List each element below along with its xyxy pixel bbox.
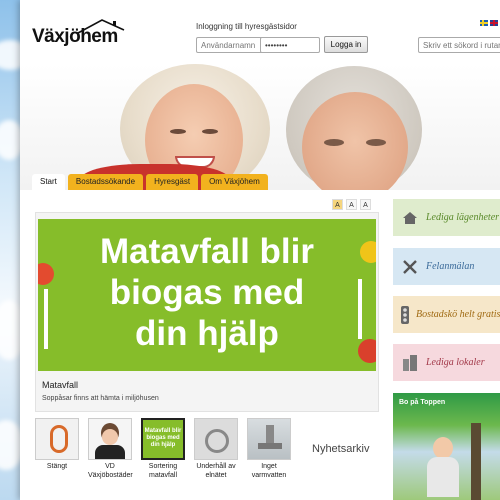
sidebar-item-label: Felanmälan bbox=[426, 261, 475, 272]
traffic-light-icon bbox=[400, 305, 410, 324]
thumbnail-stangt[interactable]: Stängt bbox=[35, 418, 79, 480]
font-size-medium-button[interactable]: A bbox=[346, 199, 357, 210]
thumbnail-sortering[interactable]: Matavfall blir biogas med din hjälp Sort… bbox=[141, 418, 185, 480]
buildings-icon bbox=[400, 354, 420, 371]
password-input[interactable] bbox=[260, 37, 320, 53]
tab-bostadssokande[interactable]: Bostadssökande bbox=[67, 174, 144, 190]
thumbnail-caption: Stängt bbox=[46, 463, 68, 470]
thumbnail-image-text: din hjälp bbox=[150, 442, 176, 448]
thumbnail-image bbox=[88, 418, 132, 460]
thumbnail-caption: VD Växjöbostäder bbox=[88, 463, 133, 479]
sidebar-item-label: Lediga lägenheter bbox=[426, 212, 500, 223]
thumbnail-caption: Inget varmvatten bbox=[251, 463, 287, 479]
thumbnail-caption: Sortering matavfall bbox=[148, 463, 178, 479]
sidebar-item-label: Bostadskö helt gratis bbox=[416, 309, 500, 320]
sidebar-item-lediga-lagenheter[interactable]: Lediga lägenheter bbox=[393, 199, 500, 236]
news-thumbnails: Stängt VD Växjöbostäder Matavfall blir b… bbox=[35, 418, 291, 480]
hero-image bbox=[20, 64, 500, 190]
logo[interactable]: Växjöhem bbox=[32, 18, 142, 52]
font-size-large-button[interactable]: A bbox=[360, 199, 371, 210]
thumbnail-underhall[interactable]: Underhåll av elnätet bbox=[194, 418, 238, 480]
featured-title: Matavfall bbox=[42, 380, 79, 390]
tab-hyresgast[interactable]: Hyresgäst bbox=[146, 174, 199, 190]
tab-om-vaxjohem[interactable]: Om Växjöhem bbox=[201, 174, 268, 190]
language-flags bbox=[480, 20, 498, 26]
featured-subtitle: Soppåsar finns att hämta i miljöhusen bbox=[42, 395, 159, 402]
thumbnail-image-text: Matavfall blir bbox=[144, 428, 182, 434]
banner-line-2: biogas med bbox=[109, 273, 305, 312]
english-flag-icon[interactable] bbox=[490, 20, 498, 26]
font-size-small-button[interactable]: A bbox=[332, 199, 343, 210]
font-size-controls: A A A bbox=[332, 199, 371, 210]
sidebar-item-lediga-lokaler[interactable]: Lediga lokaler bbox=[393, 344, 500, 381]
sidebar-item-label: Lediga lokaler bbox=[426, 357, 485, 368]
sidebar-item-felanmalan[interactable]: Felanmälan bbox=[393, 248, 500, 285]
thumbnail-image bbox=[35, 418, 79, 460]
swedish-flag-icon[interactable] bbox=[480, 20, 488, 26]
banner-line-3: din hjälp bbox=[135, 314, 279, 353]
banner-line-1: Matavfall blir bbox=[100, 232, 314, 271]
thumbnail-varmvatten[interactable]: Inget varmvatten bbox=[247, 418, 291, 480]
logo-text: Växjöhem bbox=[32, 26, 118, 47]
news-archive-link[interactable]: Nyhetsarkiv bbox=[312, 443, 369, 455]
featured-banner: Matavfall blir biogas med din hjälp bbox=[38, 219, 376, 371]
tab-start[interactable]: Start bbox=[32, 174, 65, 190]
tools-icon bbox=[400, 259, 420, 275]
thumbnail-image-text: biogas med bbox=[146, 435, 180, 441]
thumbnail-image bbox=[247, 418, 291, 460]
featured-news-card[interactable]: Matavfall blir biogas med din hjälp Mata… bbox=[35, 212, 379, 412]
thumbnail-image bbox=[194, 418, 238, 460]
house-icon bbox=[400, 211, 420, 225]
sidebar-item-bostadsko[interactable]: Bostadskö helt gratis bbox=[393, 296, 500, 333]
search-input[interactable] bbox=[418, 37, 500, 53]
login-button[interactable]: Logga in bbox=[324, 36, 368, 53]
thumbnail-vd[interactable]: VD Växjöbostäder bbox=[88, 418, 133, 480]
promo-banner[interactable]: Bo på Toppen bbox=[393, 393, 500, 500]
page: Växjöhem Inloggning till hyresgästsidor … bbox=[20, 0, 500, 500]
main-nav-tabs: Start Bostadssökande Hyresgäst Om Växjöh… bbox=[32, 174, 268, 190]
thumbnail-image: Matavfall blir biogas med din hjälp bbox=[141, 418, 185, 460]
login-title: Inloggning till hyresgästsidor bbox=[196, 22, 297, 31]
thumbnail-caption: Underhåll av elnätet bbox=[196, 463, 236, 479]
promo-title: Bo på Toppen bbox=[399, 399, 446, 406]
